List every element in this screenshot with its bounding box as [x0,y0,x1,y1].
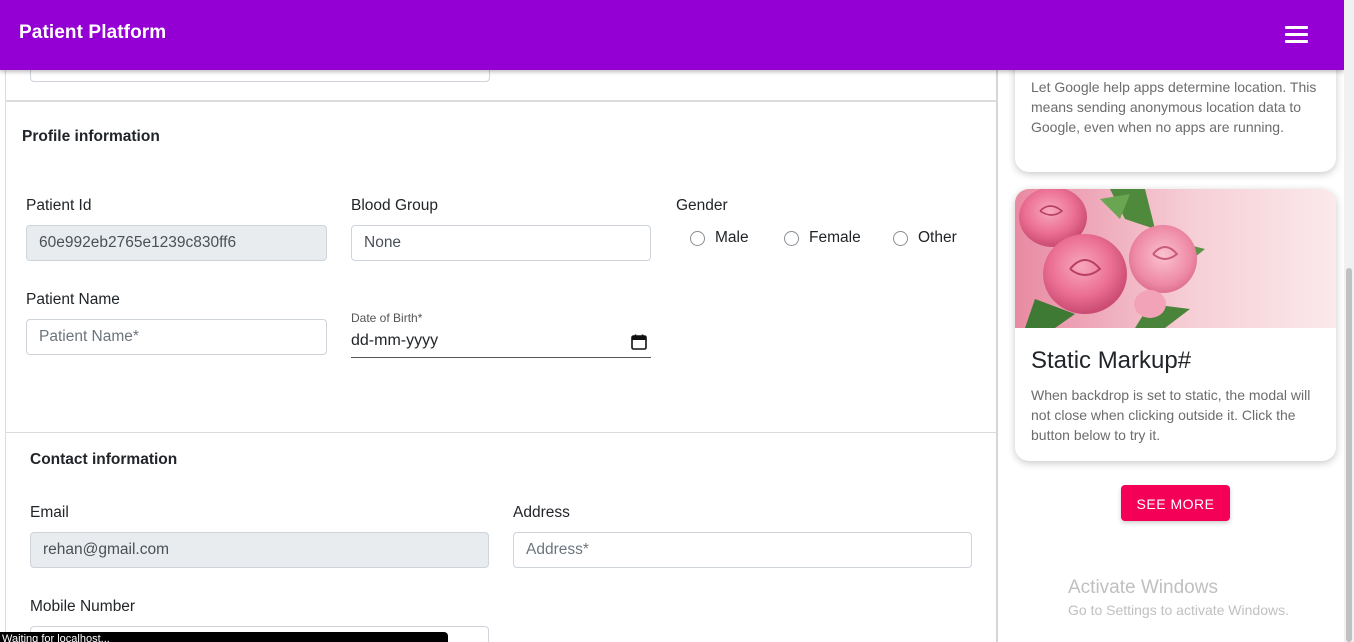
see-more-button[interactable]: SEE MORE [1121,485,1230,521]
profile-information-panel [5,101,998,433]
vertical-scrollbar[interactable] [1344,0,1354,642]
page-scroll-area: Patient Platform Umme Profile informatio… [0,0,1344,642]
activate-windows-title: Activate Windows [1068,577,1218,598]
gender-option-label: Male [715,229,749,246]
gender-option-male[interactable]: Male [690,226,749,250]
browser-status-bar: Waiting for localhost... [0,632,448,642]
gender-option-label: Other [918,229,957,246]
address-label: Address [513,504,570,521]
calendar-icon[interactable] [631,334,647,350]
blood-group-label: Blood Group [351,197,439,214]
date-of-birth-value: dd-mm-yyyy [351,332,439,349]
status-bar-text: Waiting for localhost... [2,633,110,642]
location-card-text: Let Google help apps determine location.… [1031,79,1317,135]
date-of-birth-input[interactable]: dd-mm-yyyy [351,330,651,358]
roses-image [1015,189,1336,328]
contact-section-title: Contact information [30,451,178,468]
top-navbar: Patient Platform [0,0,1344,70]
date-of-birth-label: Date of Birth* [351,311,423,325]
patient-name-label: Patient Name [26,291,120,308]
blood-group-field[interactable]: None [351,225,651,261]
patient-name-input[interactable]: Patient Name* [26,319,327,355]
gender-option-other[interactable]: Other [893,226,957,250]
radio-circle-icon[interactable] [690,230,705,246]
gender-option-female[interactable]: Female [784,226,861,250]
activate-windows-subtitle: Go to Settings to activate Windows. [1068,602,1289,618]
gender-label: Gender [676,197,728,214]
static-markup-text: When backdrop is set to static, the moda… [1031,387,1311,443]
static-markup-title: Static Markup# [1031,347,1192,374]
static-markup-card: Static Markup# When backdrop is set to s… [1015,189,1336,461]
gender-option-label: Female [809,229,861,246]
radio-circle-icon[interactable] [893,230,908,246]
email-label: Email [30,504,69,521]
scrollbar-thumb[interactable] [1346,268,1352,642]
address-input[interactable]: Address* [513,532,972,568]
patient-id-label: Patient Id [26,197,92,214]
profile-section-title: Profile information [22,128,160,145]
menu-icon[interactable] [1284,24,1310,44]
radio-circle-icon[interactable] [784,230,799,246]
email-field[interactable]: rehan@gmail.com [30,532,489,568]
mobile-number-label: Mobile Number [30,598,136,615]
app-title[interactable]: Patient Platform [19,22,166,44]
patient-id-field[interactable]: 60e992eb2765e1239c830ff6 [26,225,327,261]
